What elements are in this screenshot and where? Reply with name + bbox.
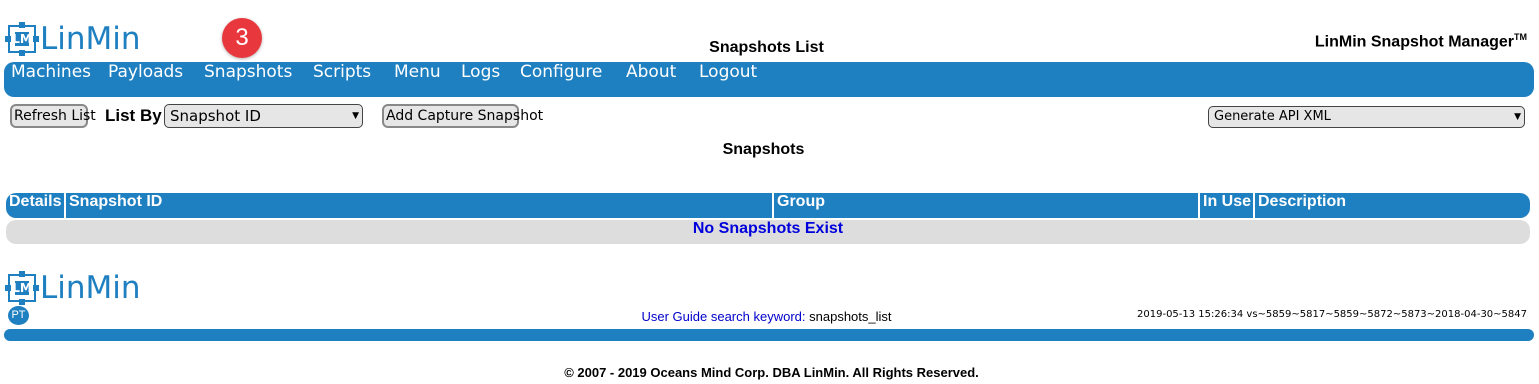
footer-logo-text: LinMin — [40, 270, 141, 306]
column-header-in-use[interactable]: In Use — [1200, 193, 1251, 218]
nav-snapshots[interactable]: Snapshots — [204, 62, 292, 97]
list-by-label: List By — [105, 106, 162, 125]
page-title: Snapshots List — [709, 39, 824, 56]
linmin-logo-icon: LM — [5, 271, 39, 305]
nav-logout[interactable]: Logout — [699, 62, 757, 97]
footer-linmin-logo[interactable]: LM LinMin — [5, 270, 141, 306]
api-select-selected-value: Generate API XML — [1214, 109, 1331, 124]
version-string: 2019-05-13 15:26:34 vs~5859~5817~5859~58… — [1137, 309, 1527, 320]
nav-scripts[interactable]: Scripts — [313, 62, 371, 97]
product-name: LinMin Snapshot ManagerTM — [1315, 32, 1527, 51]
nav-logs[interactable]: Logs — [461, 62, 500, 97]
nav-about[interactable]: About — [626, 62, 676, 97]
footer-bar — [4, 329, 1534, 341]
list-by-select[interactable]: Snapshot ID ▼ — [164, 104, 363, 128]
nav-payloads[interactable]: Payloads — [108, 62, 183, 97]
nav-menu[interactable]: Menu — [394, 62, 441, 97]
dropdown-arrow-icon: ▼ — [1514, 112, 1521, 122]
empty-table-message: No Snapshots Exist — [6, 220, 1530, 244]
snapshots-table-header: Details Snapshot ID Group In Use Descrip… — [6, 193, 1530, 218]
add-capture-snapshot-button[interactable]: Add Capture Snapshot — [382, 104, 543, 128]
trademark-mark: TM — [1514, 32, 1527, 42]
column-header-details[interactable]: Details — [6, 193, 61, 218]
copyright-text: © 2007 - 2019 Oceans Mind Corp. DBA LinM… — [564, 365, 979, 380]
user-guide-keyword-value: snapshots_list — [809, 309, 892, 324]
user-guide-label[interactable]: User Guide search keyword: — [641, 309, 805, 324]
section-title: Snapshots — [722, 141, 805, 158]
dropdown-arrow-icon: ▼ — [352, 111, 359, 121]
list-by-selected-value: Snapshot ID — [170, 107, 261, 125]
refresh-list-button[interactable]: Refresh List — [10, 104, 96, 128]
nav-configure[interactable]: Configure — [520, 62, 602, 97]
logo-mark-letter: LM — [12, 281, 32, 295]
main-nav-bar: Machines Payloads Snapshots Scripts Menu… — [4, 62, 1534, 97]
column-header-snapshot-id[interactable]: Snapshot ID — [66, 193, 162, 218]
column-header-group[interactable]: Group — [774, 193, 825, 218]
product-name-text: LinMin Snapshot Manager — [1314, 33, 1514, 51]
column-header-description[interactable]: Description — [1255, 193, 1346, 218]
generate-api-xml-select[interactable]: Generate API XML ▼ — [1208, 106, 1525, 128]
nav-machines[interactable]: Machines — [11, 62, 91, 97]
